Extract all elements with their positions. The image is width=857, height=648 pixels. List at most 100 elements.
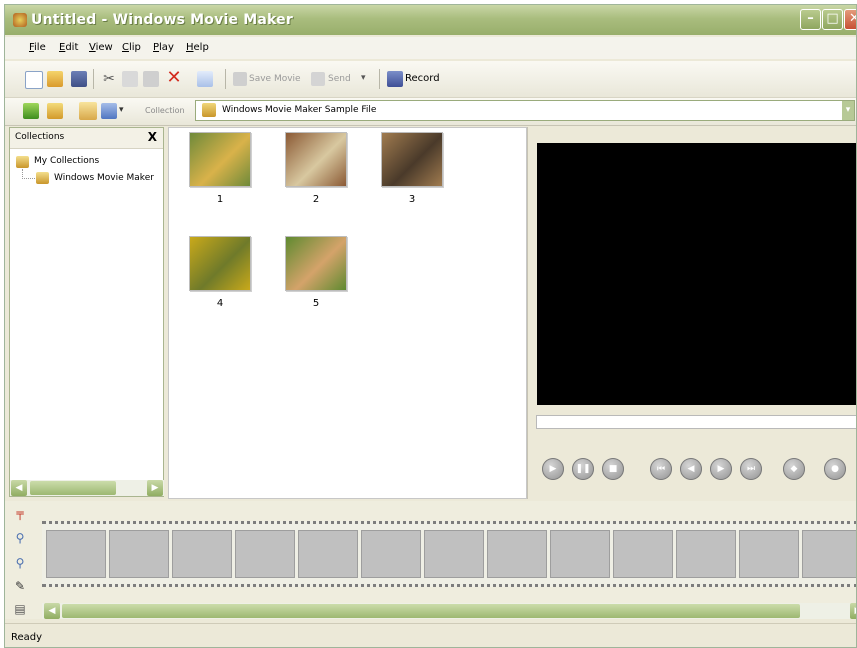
paste-icon[interactable] [143,71,159,87]
clip-item[interactable]: 5 [285,236,347,309]
menu-help[interactable]: Help [186,42,209,53]
timeline-toggle-icon[interactable]: ╤ [13,506,27,520]
storyboard-frame[interactable] [235,530,295,578]
storyboard-frame[interactable] [46,530,106,578]
storyboard-frame[interactable] [613,530,673,578]
up-level-icon[interactable] [23,103,39,119]
new-project-icon[interactable] [25,71,43,89]
audio-levels-icon[interactable]: ▤ [13,602,27,616]
collections-folder-icon [16,156,29,168]
seek-bar[interactable] [536,415,856,429]
views-icon[interactable] [101,103,117,119]
storyboard-frame[interactable] [676,530,736,578]
menu-file[interactable]: File [29,42,46,53]
minimize-button[interactable]: – [800,9,821,30]
menu-clip[interactable]: Clip [122,42,141,53]
clip-label: 4 [216,298,224,309]
scroll-left-icon[interactable]: ◀ [11,480,27,496]
play-icon[interactable]: ▶ [542,458,564,480]
app-icon [13,13,27,27]
collection-toolbar: ▾ Collection Windows Movie Maker Sample … [5,98,856,126]
clip-item[interactable]: 4 [189,236,251,309]
zoom-out-icon[interactable]: ⚲ [13,556,27,570]
cut-icon[interactable]: ✂ [101,71,117,87]
save-project-icon[interactable] [71,71,87,87]
maximize-button[interactable]: □ [822,9,843,30]
contents-pane: 1 2 3 4 5 [168,127,527,499]
storyboard: ╤ ⚲ ⚲ ✎ ▤ ◀ ▶ [5,501,856,619]
storyboard-frame[interactable] [361,530,421,578]
storyboard-frame[interactable] [802,530,856,578]
collections-header: Collections X [10,128,163,149]
scroll-right-icon[interactable]: ▶ [147,480,163,496]
window-title: Untitled - Windows Movie Maker [31,12,293,28]
collection-folder-icon [36,172,49,184]
record-button[interactable]: Record [405,73,440,84]
pause-icon[interactable]: ❚❚ [572,458,594,480]
menu-edit[interactable]: Edit [59,42,78,53]
title-bar[interactable]: Untitled - Windows Movie Maker – □ ✕ [5,5,856,35]
collection-value: Windows Movie Maker Sample File [222,105,377,115]
close-pane-button[interactable]: X [148,130,157,144]
menu-play[interactable]: Play [153,42,174,53]
storyboard-frame[interactable] [298,530,358,578]
tree-item-my-collections[interactable]: My Collections [34,156,99,166]
delete-icon[interactable]: ✕ [166,69,182,87]
stop-icon[interactable]: ■ [602,458,624,480]
take-picture-icon[interactable]: ● [824,458,846,480]
video-monitor [537,143,856,405]
storyboard-frame[interactable] [424,530,484,578]
previous-frame-icon[interactable]: ◀ [680,458,702,480]
record-narration-icon[interactable]: ✎ [13,579,27,593]
collections-pane: Collections X My Collections Windows Mov… [9,127,164,497]
storyboard-frame[interactable] [172,530,232,578]
clip-label: 1 [216,194,224,205]
clip-thumbnail[interactable] [189,132,251,187]
next-frame-icon[interactable]: ▶ [710,458,732,480]
scroll-right-icon[interactable]: ▶ [850,603,856,619]
clip-thumbnail[interactable] [381,132,443,187]
copy-icon[interactable] [122,71,138,87]
clip-thumbnail[interactable] [285,236,347,291]
storyboard-filmstrip[interactable] [42,521,856,587]
send-button[interactable]: Send [328,74,351,84]
save-movie-button[interactable]: Save Movie [249,74,301,84]
storyboard-frame[interactable] [487,530,547,578]
scroll-thumb[interactable] [30,481,116,495]
collections-toggle-icon[interactable] [79,102,97,120]
collections-scrollbar[interactable]: ◀ ▶ [10,480,164,496]
menu-view[interactable]: View [89,42,113,53]
send-icon[interactable] [311,72,325,86]
status-text: Ready [11,632,43,643]
scroll-thumb[interactable] [62,604,800,618]
tree-item-windows-movie-maker[interactable]: Windows Movie Maker [54,173,154,183]
zoom-in-icon[interactable]: ⚲ [13,531,27,545]
record-icon[interactable] [387,71,403,87]
collection-dropdown[interactable]: Windows Movie Maker Sample File ▾ [195,100,855,121]
views-dropdown-icon[interactable]: ▾ [119,105,124,115]
storyboard-frame[interactable] [550,530,610,578]
preview-monitor-pane: ▶ ❚❚ ■ ⏮ ◀ ▶ ⏭ ◆ ● [527,127,856,499]
clip-item[interactable]: 2 [285,132,347,205]
clip-label: 2 [312,194,320,205]
clip-item[interactable]: 3 [381,132,443,205]
forward-icon[interactable]: ⏭ [740,458,762,480]
clip-item[interactable]: 1 [189,132,251,205]
storyboard-scrollbar[interactable]: ◀ ▶ [42,603,856,619]
new-collection-icon[interactable] [47,103,63,119]
back-icon[interactable]: ⏮ [650,458,672,480]
scroll-left-icon[interactable]: ◀ [44,603,60,619]
clip-thumbnail[interactable] [285,132,347,187]
split-clip-icon[interactable]: ◆ [783,458,805,480]
properties-icon[interactable] [197,71,213,87]
storyboard-frame[interactable] [109,530,169,578]
storyboard-frame[interactable] [739,530,799,578]
collection-label: Collection [145,106,185,115]
close-button[interactable]: ✕ [844,9,856,30]
status-bar: Ready [5,623,856,647]
save-movie-icon[interactable] [233,72,247,86]
chevron-down-icon[interactable]: ▾ [842,101,854,120]
open-project-icon[interactable] [47,71,63,87]
clip-thumbnail[interactable] [189,236,251,291]
chevron-down-icon[interactable]: ▾ [361,73,366,83]
